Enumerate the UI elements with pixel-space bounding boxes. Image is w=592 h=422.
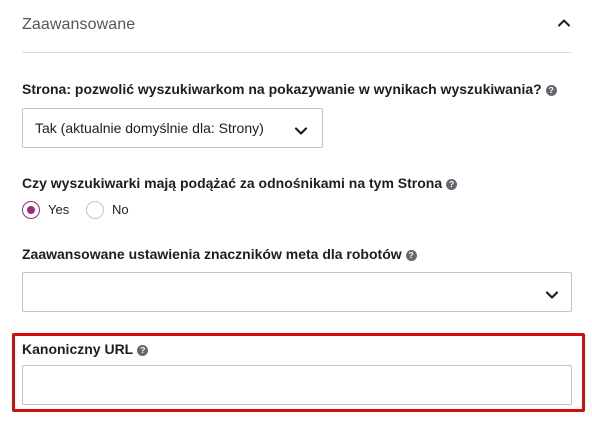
radio-no-label[interactable]: No: [112, 202, 129, 217]
help-icon[interactable]: ?: [405, 250, 417, 261]
radio-yes[interactable]: [22, 201, 40, 219]
help-icon[interactable]: ?: [137, 345, 149, 356]
canonical-url-input[interactable]: [22, 365, 572, 405]
radio-yes-label[interactable]: Yes: [48, 202, 69, 217]
follow-links-label: Czy wyszukiwarki mają podążać za odnośni…: [22, 175, 458, 191]
canonical-url-label: Kanoniczny URL?: [22, 341, 149, 357]
help-icon[interactable]: ?: [545, 85, 557, 96]
show-in-search-label-text: Strona: pozwolić wyszukiwarkom na pokazy…: [22, 81, 542, 97]
robots-meta-label-text: Zaawansowane ustawienia znaczników meta …: [22, 246, 402, 262]
follow-links-label-text: Czy wyszukiwarki mają podążać za odnośni…: [22, 175, 443, 191]
show-in-search-select[interactable]: Tak (aktualnie domyślnie dla: Strony): [22, 108, 323, 148]
section-title: Zaawansowane: [22, 16, 136, 33]
help-icon[interactable]: ?: [446, 179, 458, 190]
robots-meta-label: Zaawansowane ustawienia znaczników meta …: [22, 246, 417, 262]
radio-no[interactable]: [86, 201, 104, 219]
canonical-url-label-text: Kanoniczny URL: [22, 341, 134, 357]
robots-meta-select[interactable]: [22, 272, 572, 312]
show-in-search-label: Strona: pozwolić wyszukiwarkom na pokazy…: [22, 81, 557, 97]
show-in-search-selected-value: Tak (aktualnie domyślnie dla: Strony): [35, 120, 264, 136]
chevron-down-icon: [545, 287, 559, 299]
section-header[interactable]: Zaawansowane: [22, 0, 572, 53]
chevron-up-icon[interactable]: [556, 15, 572, 31]
chevron-down-icon: [294, 123, 308, 135]
